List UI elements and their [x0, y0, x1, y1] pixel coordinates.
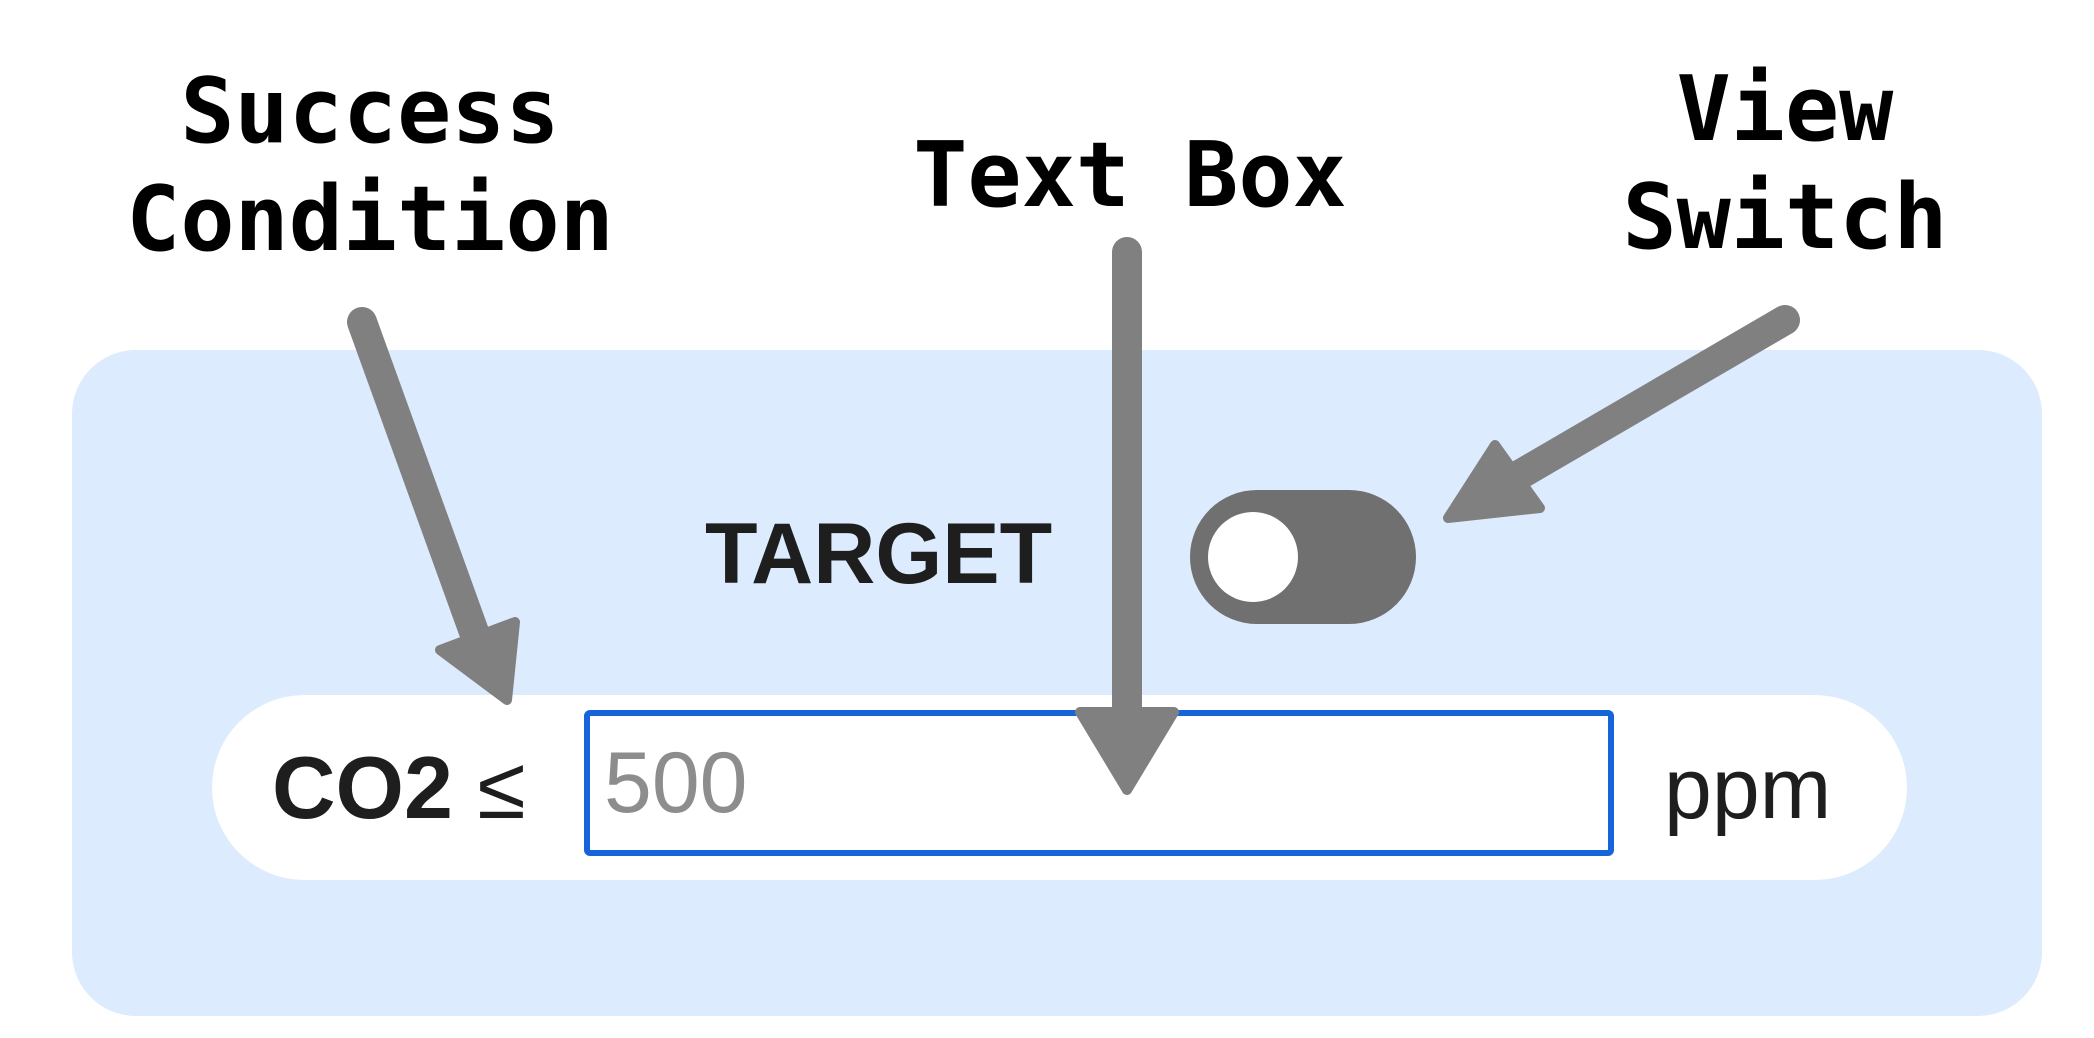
callout-success-condition: Success Condition	[60, 58, 680, 274]
target-label: TARGET	[705, 506, 1053, 602]
target-value-input[interactable]	[584, 710, 1614, 856]
callout-success-condition-line2: Condition	[126, 167, 614, 272]
callout-view-switch-line1: View	[1676, 57, 1894, 162]
toggle-knob	[1208, 512, 1298, 602]
success-condition-row: CO2 ≤ ppm	[212, 695, 1907, 880]
callout-text-box: Text Box	[830, 122, 1430, 230]
unit-label: ppm	[1664, 741, 1832, 837]
callout-view-switch-line2: Switch	[1622, 165, 1948, 270]
condition-operator: ≤	[477, 738, 526, 837]
condition-metric: CO2	[272, 738, 453, 837]
condition-label: CO2 ≤	[272, 737, 526, 839]
callout-view-switch: View Switch	[1570, 56, 2000, 272]
callout-text-box-line1: Text Box	[913, 123, 1347, 228]
callout-success-condition-line1: Success	[180, 59, 560, 164]
target-panel	[72, 350, 2042, 1016]
annotated-screenshot: Success Condition Text Box View Switch T…	[0, 0, 2094, 1038]
view-switch-toggle[interactable]	[1190, 490, 1416, 624]
